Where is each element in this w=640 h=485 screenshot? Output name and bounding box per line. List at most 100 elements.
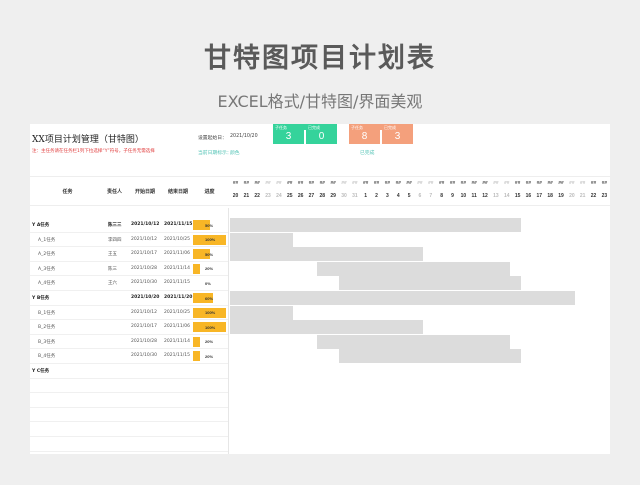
day-number: 23	[265, 193, 271, 199]
table-row[interactable]	[30, 408, 228, 423]
table-row[interactable]: B_2任务 2021/10/17 2021/11/06 100%	[30, 320, 228, 335]
day-number: 31	[352, 193, 358, 199]
gantt-bar	[316, 334, 511, 349]
table-row[interactable]	[30, 379, 228, 394]
table-row[interactable]: B_1任务 2021/10/12 2021/10/25 100%	[30, 306, 228, 321]
task-start: 2021/10/20	[131, 295, 160, 300]
table-row[interactable]: Y C任务	[30, 364, 228, 379]
day-header-mark: ##	[265, 181, 271, 186]
table-row[interactable]: A_1任务 李四四 2021/10/12 2021/10/25 100%	[30, 233, 228, 248]
table-row[interactable]: Y B任务 2021/10/20 2021/11/20 60%	[30, 291, 228, 306]
gantt-bar	[338, 276, 521, 291]
gantt-divider	[228, 208, 229, 454]
day-header-mark: ##	[493, 181, 499, 186]
day-header-mark: ##	[254, 181, 260, 186]
progress-label: 50%	[205, 251, 214, 257]
day-number: 15	[514, 193, 521, 199]
task-start: 2021/10/12	[131, 309, 157, 315]
day-number: 14	[503, 193, 510, 199]
task-end: 2021/11/06	[164, 324, 190, 330]
day-header-mark: ##	[601, 181, 608, 186]
day-header-mark: ##	[438, 181, 445, 186]
day-number: 19	[558, 193, 564, 199]
day-number: 8	[440, 193, 444, 199]
progress-bar: 50%	[193, 220, 226, 230]
task-end: 2021/10/25	[164, 309, 190, 315]
col-task[interactable]: 任务	[50, 188, 85, 195]
day-header-mark: ##	[341, 181, 347, 186]
progress-label: 60%	[205, 295, 214, 301]
col-start[interactable]: 开始日期	[130, 188, 160, 195]
table-row[interactable]: B_4任务 2021/10/30 2021/11/15 20%	[30, 349, 228, 364]
day-number: 1	[364, 193, 368, 199]
day-header-mark: ##	[276, 181, 282, 186]
progress-bar: 100%	[193, 322, 226, 333]
day-header-mark: ##	[363, 181, 369, 186]
progress-label: 0%	[205, 280, 211, 286]
task-start: 2021/10/12	[131, 236, 157, 242]
task-name: B_1任务	[38, 310, 56, 316]
day-number: 9	[451, 193, 454, 199]
day-number: 25	[286, 193, 293, 199]
day-header-mark: ##	[580, 181, 586, 186]
table-row[interactable]	[30, 393, 228, 408]
day-number: 17	[536, 193, 543, 199]
day-header-mark: ##	[308, 181, 315, 186]
progress-label: 20%	[205, 266, 214, 272]
progress-fill	[193, 336, 200, 347]
col-end[interactable]: 结束日期	[163, 188, 193, 195]
day-header-mark: ##	[471, 181, 477, 186]
start-label: 设置起始日：	[198, 136, 227, 141]
task-start: 2021/10/30	[131, 353, 157, 359]
start-value[interactable]: 2021/10/20	[230, 134, 258, 139]
table-row[interactable]: A_4任务 王六 2021/10/30 2021/11/15 0%	[30, 276, 228, 291]
progress-label: 100%	[205, 237, 216, 243]
day-number: 26	[297, 193, 304, 199]
progress-bar: 100%	[193, 307, 226, 318]
warning-note: 注：主任务请在任务栏1列下拉选择“Y”符号，子任务无需选择	[32, 149, 155, 154]
day-header-mark: ##	[547, 181, 553, 186]
col-progress[interactable]: 进度	[197, 188, 222, 195]
day-header-mark: ##	[395, 181, 401, 186]
day-header-mark: ##	[569, 181, 575, 186]
task-end: 2021/11/15	[164, 353, 190, 359]
day-number: 29	[330, 193, 336, 199]
table-row[interactable]: A_3任务 陈三 2021/10/28 2021/11/14 20%	[30, 262, 228, 277]
task-name: A_1任务	[38, 237, 56, 243]
day-number: 27	[308, 193, 315, 199]
table-row[interactable]	[30, 437, 228, 452]
day-number: 23	[601, 193, 608, 199]
progress-bar: 50%	[193, 249, 226, 260]
task-name: Y B任务	[32, 296, 50, 301]
day-header-mark: ##	[352, 181, 358, 186]
gantt-bar	[230, 291, 576, 305]
gantt-bar	[230, 232, 294, 247]
day-header-mark: ##	[297, 181, 304, 186]
table-row[interactable]: A_2任务 王五 2021/10/17 2021/11/06 50%	[30, 247, 228, 262]
col-owner[interactable]: 责任人	[102, 188, 127, 195]
task-end: 2021/11/15	[164, 222, 193, 227]
task-start: 2021/10/12	[131, 222, 160, 227]
day-number: 20	[232, 193, 239, 199]
today-label: 当前日期标示：	[198, 151, 232, 156]
day-number: 22	[590, 193, 597, 199]
table-row[interactable]	[30, 422, 228, 437]
progress-bar: 60%	[193, 293, 226, 303]
day-header-mark: ##	[287, 181, 293, 186]
table-row[interactable]: Y A任务 陈三三 2021/10/12 2021/11/15 50%	[30, 218, 228, 233]
day-number: 2	[375, 193, 378, 199]
task-end: 2021/11/14	[164, 338, 190, 344]
task-start: 2021/10/17	[131, 324, 157, 330]
promo-subtitle: EXCEL格式/甘特图/界面美观	[217, 92, 423, 111]
day-header-mark: ##	[558, 181, 564, 186]
day-header-mark: ##	[384, 181, 391, 186]
table-row[interactable]: B_3任务 2021/10/28 2021/11/14 20%	[30, 335, 228, 350]
day-header-mark: ##	[525, 181, 532, 186]
progress-fill	[193, 351, 200, 362]
card-a-left: 3	[273, 130, 304, 144]
progress-bar: 100%	[193, 234, 226, 245]
task-name: Y A任务	[32, 223, 50, 228]
task-name: B_4任务	[38, 354, 56, 360]
day-header-mark: ##	[243, 181, 250, 186]
day-number: 30	[341, 193, 347, 199]
